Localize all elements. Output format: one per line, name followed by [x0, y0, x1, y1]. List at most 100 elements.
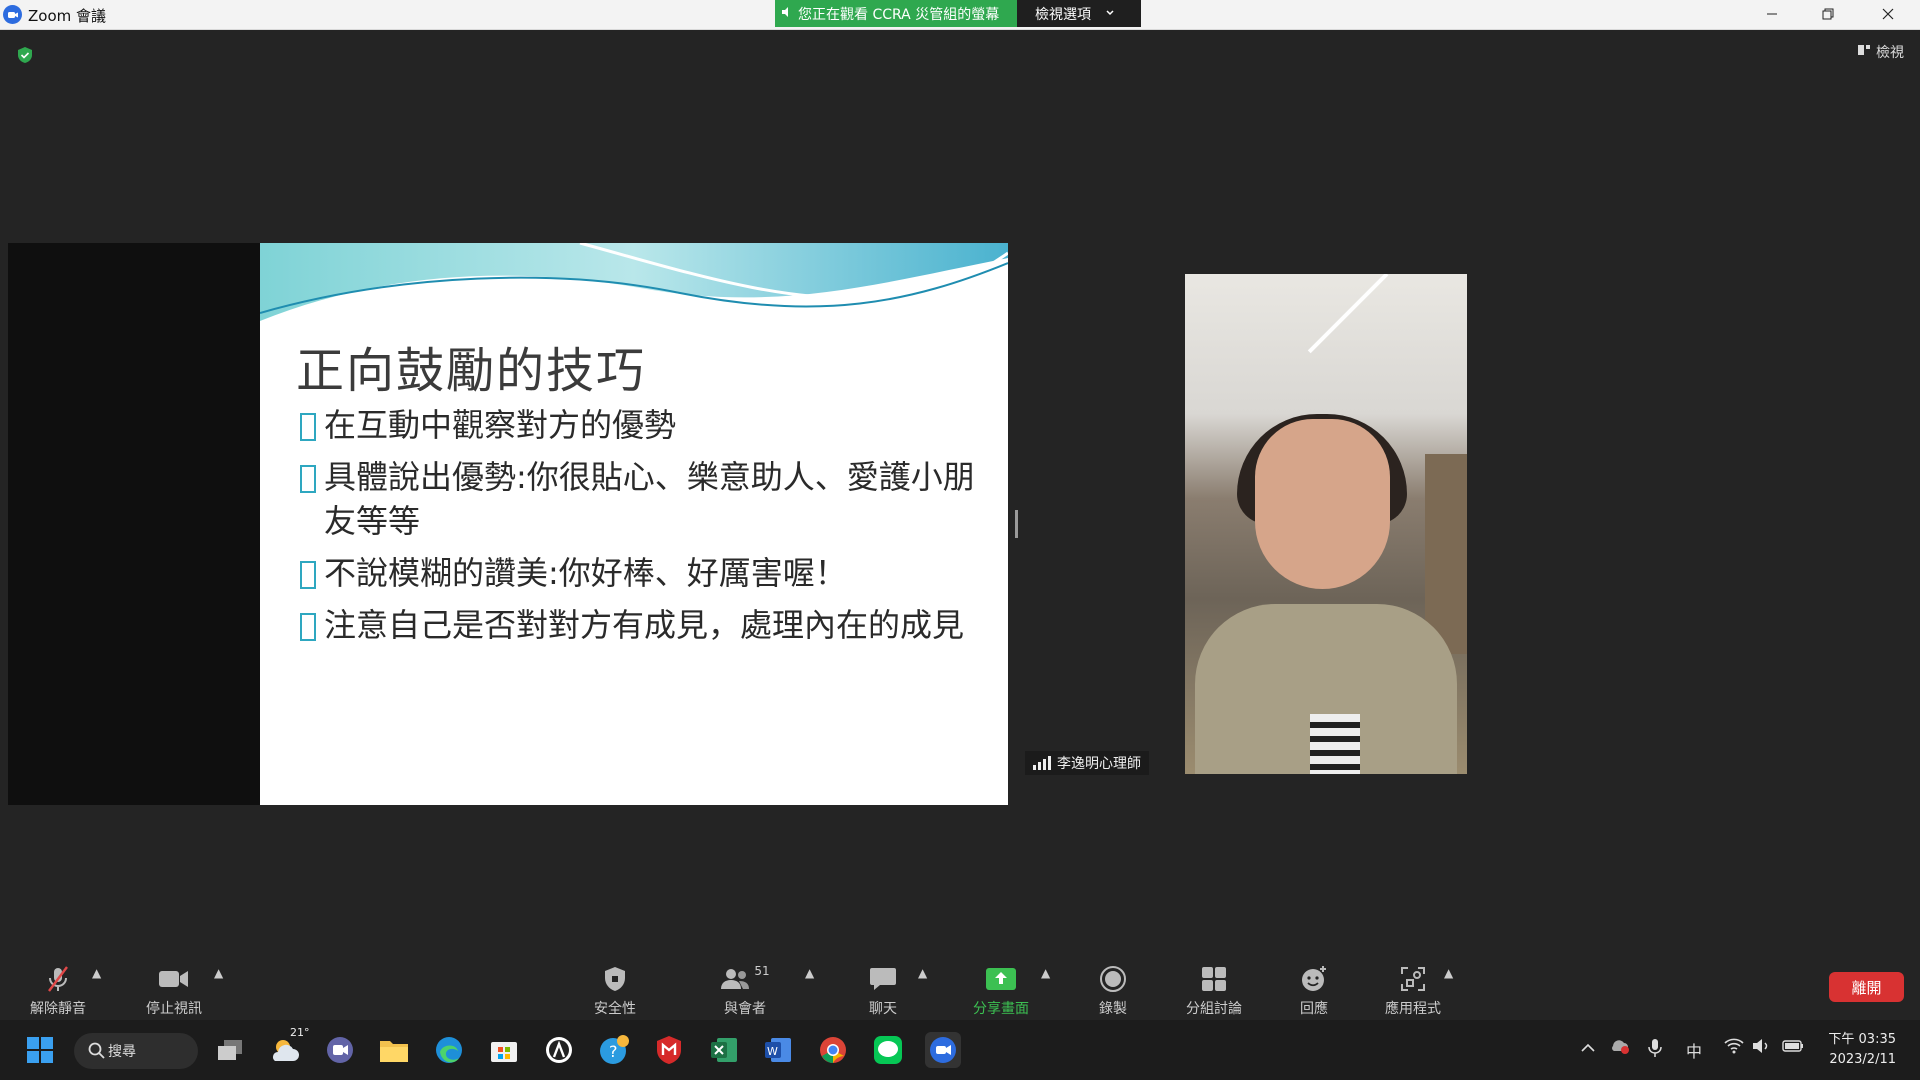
search-label: 搜尋	[108, 1044, 136, 1060]
stop-video-label: 停止視訊	[146, 1001, 202, 1017]
share-screen-label: 分享畫面	[973, 1001, 1029, 1017]
chevron-down-icon	[1105, 6, 1115, 22]
muted-mic-icon	[45, 964, 71, 994]
chrome-icon[interactable]	[815, 1032, 851, 1068]
shared-screen-blank-area	[8, 243, 260, 805]
record-button[interactable]: 錄製	[1063, 964, 1163, 1018]
input-method-indicator[interactable]: 中	[1686, 1038, 1702, 1062]
participants-button[interactable]: 51 與會者	[695, 964, 795, 1018]
layout-icon	[1857, 43, 1871, 61]
apps-label: 應用程式	[1385, 1001, 1441, 1017]
windows-start-icon[interactable]	[22, 1032, 58, 1068]
record-icon	[1099, 964, 1127, 994]
microsoft-store-icon[interactable]	[486, 1032, 522, 1068]
slide-bullet-text: 注意自己是否對對方有成見，處理內在的成見	[324, 606, 965, 644]
help-app-icon[interactable]: ?	[596, 1032, 632, 1068]
line-messenger-icon[interactable]	[870, 1032, 906, 1068]
participants-caret-icon[interactable]: ▲	[805, 966, 814, 980]
minimize-icon	[1767, 13, 1777, 15]
speaker-face	[1255, 419, 1390, 589]
speaker-striped-top	[1310, 714, 1360, 774]
zoom-logo-icon	[3, 5, 22, 24]
close-icon	[1882, 8, 1894, 20]
bullet-marker-icon	[300, 413, 316, 441]
encryption-shield-icon[interactable]	[16, 46, 34, 68]
close-button[interactable]	[1860, 0, 1916, 28]
wifi-icon[interactable]	[1724, 1038, 1744, 1058]
share-caret-icon[interactable]: ▲	[1041, 966, 1050, 980]
chat-caret-icon[interactable]: ▲	[918, 966, 927, 980]
share-screen-icon	[985, 964, 1017, 994]
bullet-marker-icon	[300, 465, 316, 493]
unmute-label: 解除靜音	[30, 1001, 86, 1017]
apps-caret-icon[interactable]: ▲	[1444, 966, 1453, 980]
svg-text:?: ?	[609, 1042, 618, 1061]
record-label: 錄製	[1099, 1001, 1127, 1017]
participants-count: 51	[754, 964, 770, 978]
window-title: Zoom 會議	[28, 7, 107, 25]
clock-date: 2023/2/11	[1829, 1052, 1896, 1067]
title-bar: Zoom 會議 您正在觀看 CCRA 災管組的螢幕 檢視選項	[0, 0, 1920, 30]
leave-button[interactable]: 離開	[1829, 972, 1904, 1002]
weather-temp: 21°	[290, 1026, 310, 1039]
video-options-caret-icon[interactable]: ▲	[214, 966, 223, 980]
restore-button[interactable]	[1800, 0, 1856, 28]
app-shortcut-icon[interactable]	[541, 1032, 577, 1068]
search-icon	[88, 1042, 105, 1063]
windows-taskbar: 搜尋 21° ? W 中 下午 03:35 2023/2/11	[0, 1020, 1920, 1080]
share-status-text: 您正在觀看 CCRA 災管組的螢幕	[798, 6, 1000, 23]
view-button-label: 檢視	[1876, 45, 1904, 61]
slide-bullet-text: 在互動中觀察對方的優勢	[324, 406, 677, 444]
security-label: 安全性	[594, 1001, 636, 1017]
security-button[interactable]: 安全性	[565, 964, 665, 1018]
share-status: 您正在觀看 CCRA 災管組的螢幕	[775, 0, 1017, 27]
slide-bullet: 具體說出優勢:你很貼心、樂意助人、愛護小朋友等等	[300, 455, 980, 543]
file-explorer-icon[interactable]	[376, 1032, 412, 1068]
minimize-button[interactable]	[1744, 0, 1800, 28]
weather-widget-icon[interactable]: 21°	[268, 1026, 310, 1068]
teams-chat-icon[interactable]	[322, 1032, 358, 1068]
volume-icon[interactable]	[1752, 1038, 1770, 1058]
battery-icon[interactable]	[1782, 1038, 1804, 1057]
slide-bullet: 不說模糊的讚美:你好棒、好厲害喔！	[300, 551, 980, 595]
chat-label: 聊天	[869, 1001, 897, 1017]
breakout-rooms-button[interactable]: 分組討論	[1164, 964, 1264, 1018]
split-drag-handle[interactable]	[1015, 510, 1018, 538]
stop-video-button[interactable]: 停止視訊	[124, 964, 224, 1018]
reactions-label: 回應	[1300, 1001, 1328, 1017]
excel-icon[interactable]	[706, 1032, 742, 1068]
svg-text:W: W	[767, 1045, 778, 1058]
smiley-icon	[1300, 964, 1328, 994]
security-shield-icon	[603, 964, 627, 994]
view-options-button[interactable]: 檢視選項	[1017, 0, 1141, 27]
view-button[interactable]: 檢視	[1857, 42, 1904, 62]
taskbar-search[interactable]: 搜尋	[74, 1033, 198, 1069]
bookshelf	[1425, 454, 1467, 654]
participant-video[interactable]	[1185, 274, 1467, 774]
signal-strength-icon	[1033, 756, 1051, 770]
microphone-tray-icon[interactable]	[1648, 1038, 1662, 1062]
reactions-button[interactable]: 回應	[1264, 964, 1364, 1018]
meeting-toolbar: 解除靜音 ▲ 停止視訊 ▲ 安全性 51 與會者 ▲ 聊天 ▲ 分享畫面 ▲ 錄…	[0, 950, 1920, 1018]
speaker-icon	[781, 6, 793, 22]
word-icon[interactable]: W	[760, 1032, 796, 1068]
slide-title: 正向鼓勵的技巧	[296, 343, 647, 399]
slide-bullet-text: 具體說出優勢:你很貼心、樂意助人、愛護小朋友等等	[324, 458, 975, 540]
participant-name: 李逸明心理師	[1057, 756, 1141, 772]
breakout-label: 分組討論	[1186, 1001, 1242, 1017]
tray-overflow-chevron-icon[interactable]	[1580, 1038, 1596, 1057]
share-screen-button[interactable]: 分享畫面	[951, 964, 1051, 1018]
apps-icon	[1400, 964, 1426, 994]
ceiling-light	[1307, 274, 1389, 354]
task-view-icon[interactable]	[212, 1032, 248, 1068]
slide-bullet-text: 不說模糊的讚美:你好棒、好厲害喔！	[324, 554, 847, 592]
shared-slide: 正向鼓勵的技巧 在互動中觀察對方的優勢 具體說出優勢:你很貼心、樂意助人、愛護小…	[260, 243, 1008, 805]
onedrive-sync-icon[interactable]	[1610, 1038, 1630, 1058]
participants-icon: 51	[720, 964, 770, 994]
edge-browser-icon[interactable]	[431, 1032, 467, 1068]
zoom-taskbar-icon[interactable]	[925, 1032, 961, 1068]
video-camera-icon	[158, 964, 190, 994]
mcafee-shield-icon[interactable]	[651, 1032, 687, 1068]
audio-options-caret-icon[interactable]: ▲	[92, 966, 101, 980]
system-clock[interactable]: 下午 03:35 2023/2/11	[1828, 1030, 1896, 1070]
